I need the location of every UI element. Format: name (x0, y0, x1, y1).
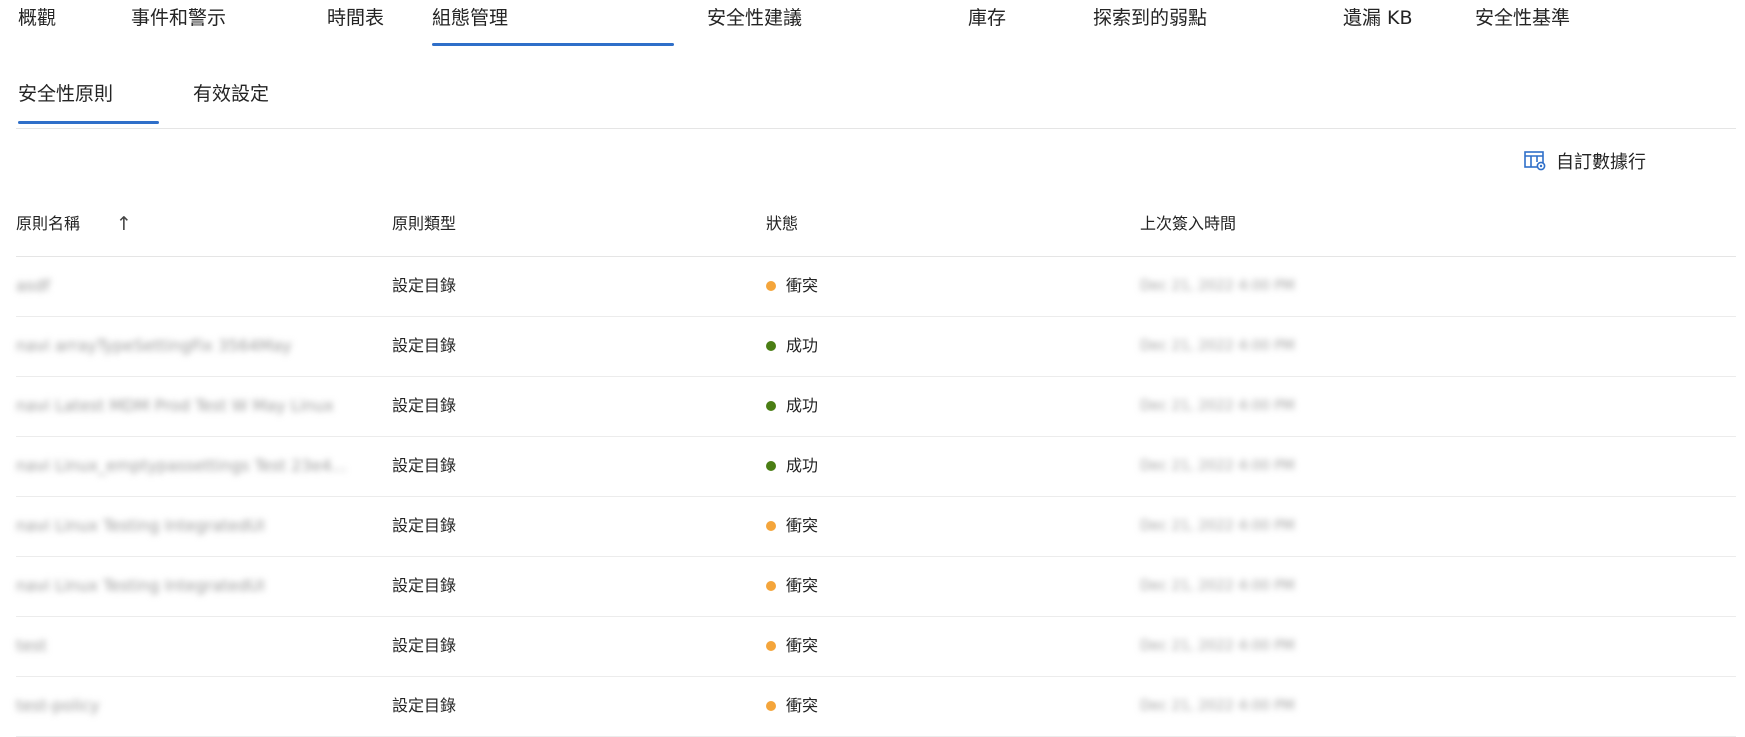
policy-name-cell: navi Latest MDM Prod Test W May Linux (16, 396, 334, 415)
tab-overview[interactable]: 概觀 (18, 6, 56, 46)
status-dot-icon (766, 401, 776, 411)
tab-incidents-alerts[interactable]: 事件和警示 (131, 6, 226, 46)
status-text: 成功 (786, 336, 819, 355)
column-header-last-checkin[interactable]: 上次簽入時間 (1140, 214, 1236, 234)
status-dot-icon (766, 521, 776, 531)
policy-name-cell: navi arrayTypeSettingFix 3564May (16, 336, 292, 355)
policy-type-cell: 設定目錄 (392, 576, 457, 595)
status-cell: 衝突 (766, 276, 818, 296)
table-row[interactable]: navi Latest MDM Prod Test W May Linux 設定… (16, 377, 1736, 437)
top-navigation: 概觀 事件和警示 時間表 組態管理 安全性建議 庫存 探索到的弱點 遺漏 KB … (0, 0, 1745, 46)
column-header-policy-type[interactable]: 原則類型 (392, 214, 456, 234)
status-text: 衝突 (786, 276, 819, 295)
column-header-policy-name[interactable]: 原則名稱 ↑ (16, 213, 132, 235)
column-header-status[interactable]: 狀態 (766, 214, 798, 234)
status-cell: 衝突 (766, 636, 818, 656)
last-checkin-cell: Dec 21, 2022 4:00 PM (1140, 338, 1295, 354)
status-text: 衝突 (786, 636, 819, 655)
status-dot-icon (766, 641, 776, 651)
tab-configuration-management[interactable]: 組態管理 (432, 6, 674, 46)
column-header-label: 原則名稱 (16, 214, 81, 233)
subtab-effective-settings[interactable]: 有效設定 (193, 82, 269, 124)
status-text: 成功 (786, 456, 819, 475)
policies-table: 原則名稱 ↑ 原則類型 狀態 上次簽入時間 asdf 設定目錄 衝突 Dec 2… (0, 210, 1745, 737)
status-cell: 成功 (766, 396, 818, 416)
table-row[interactable]: navi Linux Testing IntegratedUI 設定目錄 衝突 … (16, 557, 1736, 617)
table-header: 原則名稱 ↑ 原則類型 狀態 上次簽入時間 (16, 210, 1736, 257)
sub-navigation: 安全性原則 有效設定 (0, 80, 1745, 130)
tab-discovered-vulnerabilities[interactable]: 探索到的弱點 (1093, 6, 1207, 46)
policy-name-cell: test-policy (16, 696, 100, 715)
status-cell: 衝突 (766, 696, 818, 716)
policy-type-cell: 設定目錄 (392, 276, 457, 295)
tab-missing-kbs[interactable]: 遺漏 KB (1343, 6, 1413, 46)
table-row[interactable]: navi Linux_emptypassettings Test 23e4...… (16, 437, 1736, 497)
status-text: 衝突 (786, 576, 819, 595)
policy-type-cell: 設定目錄 (392, 696, 457, 715)
tab-timeline[interactable]: 時間表 (327, 6, 384, 46)
status-dot-icon (766, 341, 776, 351)
status-cell: 衝突 (766, 516, 818, 536)
status-text: 衝突 (786, 696, 819, 715)
policy-name-cell: navi Linux_emptypassettings Test 23e4... (16, 456, 347, 475)
subtab-security-policies[interactable]: 安全性原則 (18, 82, 159, 124)
policy-type-cell: 設定目錄 (392, 456, 457, 475)
customize-columns-button[interactable]: 自訂數據行 (1524, 148, 1646, 174)
status-cell: 成功 (766, 336, 818, 356)
customize-columns-label: 自訂數據行 (1556, 152, 1646, 173)
policy-name-cell: navi Linux Testing IntegratedUI (16, 516, 265, 535)
table-row[interactable]: navi Linux Testing IntegratedUI 設定目錄 衝突 … (16, 497, 1736, 557)
table-row[interactable]: navi arrayTypeSettingFix 3564May 設定目錄 成功… (16, 317, 1736, 377)
policy-type-cell: 設定目錄 (392, 516, 457, 535)
policy-type-cell: 設定目錄 (392, 636, 457, 655)
last-checkin-cell: Dec 21, 2022 4:00 PM (1140, 698, 1295, 714)
policy-name-cell: test (16, 636, 47, 655)
table-row[interactable]: asdf 設定目錄 衝突 Dec 21, 2022 4:00 PM (16, 257, 1736, 317)
status-dot-icon (766, 281, 776, 291)
last-checkin-cell: Dec 21, 2022 4:00 PM (1140, 398, 1295, 414)
table-row[interactable]: test 設定目錄 衝突 Dec 21, 2022 4:00 PM (16, 617, 1736, 677)
policy-type-cell: 設定目錄 (392, 396, 457, 415)
tab-inventory[interactable]: 庫存 (968, 6, 1006, 46)
last-checkin-cell: Dec 21, 2022 4:00 PM (1140, 278, 1295, 294)
policy-name-cell: navi Linux Testing IntegratedUI (16, 576, 265, 595)
status-cell: 衝突 (766, 576, 818, 596)
status-cell: 成功 (766, 456, 818, 476)
status-text: 成功 (786, 396, 819, 415)
table-row[interactable]: test-policy 設定目錄 衝突 Dec 21, 2022 4:00 PM (16, 677, 1736, 737)
status-dot-icon (766, 701, 776, 711)
last-checkin-cell: Dec 21, 2022 4:00 PM (1140, 458, 1295, 474)
tab-security-recommendations[interactable]: 安全性建議 (707, 6, 802, 46)
last-checkin-cell: Dec 21, 2022 4:00 PM (1140, 578, 1295, 594)
customize-columns-icon (1524, 151, 1546, 171)
status-dot-icon (766, 581, 776, 591)
sort-ascending-icon[interactable]: ↑ (116, 213, 132, 235)
policy-type-cell: 設定目錄 (392, 336, 457, 355)
subnav-divider (16, 128, 1736, 129)
last-checkin-cell: Dec 21, 2022 4:00 PM (1140, 638, 1295, 654)
policy-name-cell: asdf (16, 276, 50, 295)
status-text: 衝突 (786, 516, 819, 535)
last-checkin-cell: Dec 21, 2022 4:00 PM (1140, 518, 1295, 534)
status-dot-icon (766, 461, 776, 471)
tab-security-baselines[interactable]: 安全性基準 (1475, 6, 1570, 46)
